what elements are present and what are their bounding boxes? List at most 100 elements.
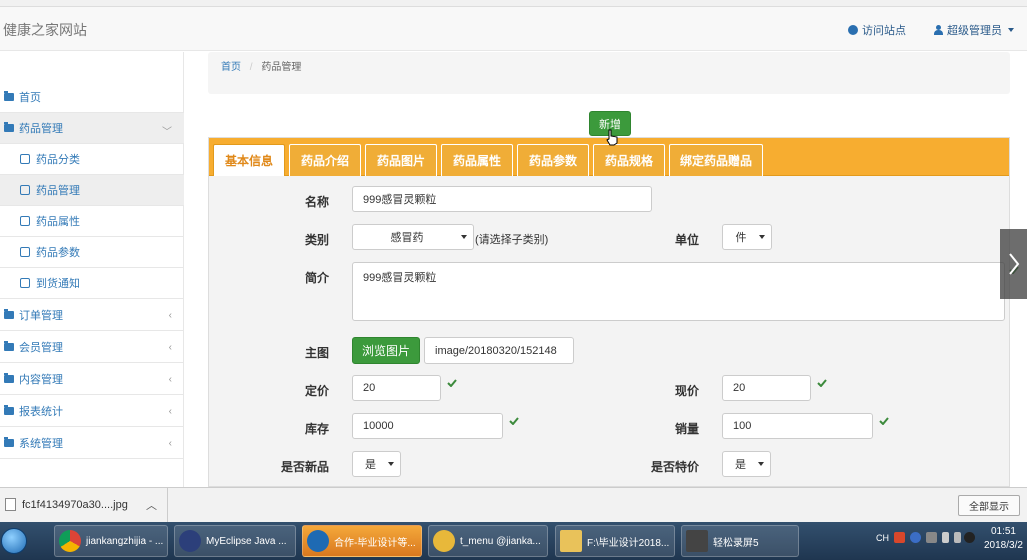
sidebar-item-label: 药品参数 [36,247,80,259]
download-item[interactable]: fc1f4134970a30....jpg [5,498,128,511]
admin-menu[interactable]: 超级管理员 [934,22,1014,38]
sidebar-item-arrival-notice[interactable]: 到货通知 [0,268,184,299]
category-select-value: 感冒药 [390,232,424,244]
tab-basic-info[interactable]: 基本信息 [213,144,285,176]
windows-taskbar: jiankangzhijia - ... MyEclipse Java ... … [0,522,1027,560]
folder-icon [560,530,582,552]
sales-input[interactable]: 100 [722,413,873,439]
taskbar-item-label: MyEclipse Java ... [206,535,287,547]
help-icon[interactable] [910,532,921,543]
chevron-right-icon [1008,253,1019,275]
check-icon [447,379,457,387]
unit-select-value: 件 [735,232,747,244]
sidebar-item-drug-manage[interactable]: 药品管理 [0,175,184,206]
tab-drug-images[interactable]: 药品图片 [365,144,437,176]
unit-select[interactable]: 件 [722,224,772,250]
taskbar-item-label: 合作-毕业设计等... [334,537,416,549]
visit-site-link[interactable]: 访问站点 [848,22,906,38]
admin-label: 超级管理员 [947,25,1002,37]
chevron-left-icon: ‹ [168,406,172,417]
globe-icon [848,25,858,35]
recorder-icon [686,530,708,552]
edit-icon [20,185,30,195]
system-clock[interactable]: 01:51 2018/3/2 [984,525,1023,553]
check-icon [817,379,827,387]
tab-drug-specs[interactable]: 药品规格 [593,144,665,176]
settings-icon[interactable] [926,532,937,543]
taskbar-item-label: 轻松录屏5 [713,537,759,549]
folder-icon [4,91,14,101]
sidebar-item-content[interactable]: 内容管理 ‹ [0,364,184,395]
chevron-up-icon[interactable]: ︿ [146,497,157,513]
sidebar-item-label: 到货通知 [36,278,80,290]
tab-drug-parameters[interactable]: 药品参数 [517,144,589,176]
sidebar-item-label: 订单管理 [19,310,63,322]
sogou-icon[interactable] [894,532,905,543]
flag-icon[interactable] [942,532,949,543]
taskbar-item-label: F:\毕业设计2018... [587,537,670,549]
taskbar-item-screen-recorder[interactable]: 轻松录屏5 [681,525,799,557]
taskbar-item-navicat[interactable]: t_menu @jianka... [428,525,548,557]
tab-drug-attributes[interactable]: 药品属性 [441,144,513,176]
intro-label: 简介 [304,271,329,285]
sidebar-item-drug-management[interactable]: 药品管理 ﹀ [0,113,184,144]
sidebar-item-label: 报表统计 [19,406,63,418]
sidebar-item-orders[interactable]: 订单管理 ‹ [0,300,184,331]
is-special-select[interactable]: 是 [722,451,771,477]
is-new-select[interactable]: 是 [352,451,401,477]
taskbar-item-label: t_menu @jianka... [460,535,541,547]
input-language[interactable]: CH [876,533,889,543]
sales-label: 销量 [674,422,699,436]
category-select[interactable]: 感冒药 [352,224,474,250]
chevron-down-icon [461,235,467,239]
now-price-input[interactable]: 20 [722,375,811,401]
image-path-input[interactable]: image/20180320/152148 [424,337,574,364]
is-special-label: 是否特价 [650,460,699,474]
price-label: 定价 [304,384,329,398]
taskbar-item-label: jiankangzhijia - ... [86,535,164,547]
qq-tray-icon[interactable] [964,532,975,543]
stock-input[interactable]: 10000 [352,413,503,439]
visit-site-label: 访问站点 [862,25,906,37]
edit-icon [20,216,30,226]
breadcrumb-home[interactable]: 首页 [221,62,241,73]
sidebar-item-label: 内容管理 [19,374,63,386]
chevron-left-icon: ‹ [168,438,172,449]
tab-bind-gifts[interactable]: 绑定药品赠品 [669,144,763,176]
breadcrumb: 首页 / 药品管理 [208,52,1010,94]
next-page-arrow[interactable] [1000,229,1027,299]
sidebar: 首页 药品管理 ﹀ 药品分类 药品管理 药品属性 药品参数 到货通知 订单管理 … [0,52,184,487]
sidebar-item-label: 药品分类 [36,154,80,166]
sidebar-item-drug-parameter[interactable]: 药品参数 [0,237,184,268]
sidebar-item-members[interactable]: 会员管理 ‹ [0,332,184,363]
sidebar-item-system[interactable]: 系统管理 ‹ [0,428,184,459]
taskbar-item-myeclipse[interactable]: MyEclipse Java ... [174,525,296,557]
start-button[interactable] [0,524,28,558]
taskbar-item-chrome[interactable]: jiankangzhijia - ... [54,525,168,557]
network-icon[interactable] [954,532,961,543]
sidebar-item-reports[interactable]: 报表统计 ‹ [0,396,184,427]
folder-icon [4,405,14,415]
show-all-downloads-button[interactable]: 全部显示 [958,495,1020,516]
hand-cursor-icon [606,129,618,146]
sidebar-item-label: 会员管理 [19,342,63,354]
taskbar-item-explorer[interactable]: F:\毕业设计2018... [555,525,675,557]
sidebar-item-drug-category[interactable]: 药品分类 [0,144,184,175]
is-new-label: 是否新品 [280,460,329,474]
chevron-left-icon: ‹ [168,342,172,353]
folder-icon [4,122,14,132]
folder-icon [4,309,14,319]
edit-icon [20,278,30,288]
intro-textarea[interactable]: 999感冒灵颗粒 [352,262,1005,321]
name-input[interactable]: 999感冒灵颗粒 [352,186,652,212]
sidebar-item-label: 药品管理 [19,123,63,135]
sidebar-item-label: 药品管理 [36,185,80,197]
price-input[interactable]: 20 [352,375,441,401]
sidebar-item-home[interactable]: 首页 [0,82,184,113]
sidebar-item-drug-attribute[interactable]: 药品属性 [0,206,184,237]
breadcrumb-separator: / [249,62,253,73]
taskbar-item-qq-chat[interactable]: 合作-毕业设计等... [302,525,422,557]
browse-image-button[interactable]: 浏览图片 [352,337,420,364]
site-brand[interactable]: 健康之家网站 [3,20,87,40]
tab-drug-intro[interactable]: 药品介绍 [289,144,361,176]
